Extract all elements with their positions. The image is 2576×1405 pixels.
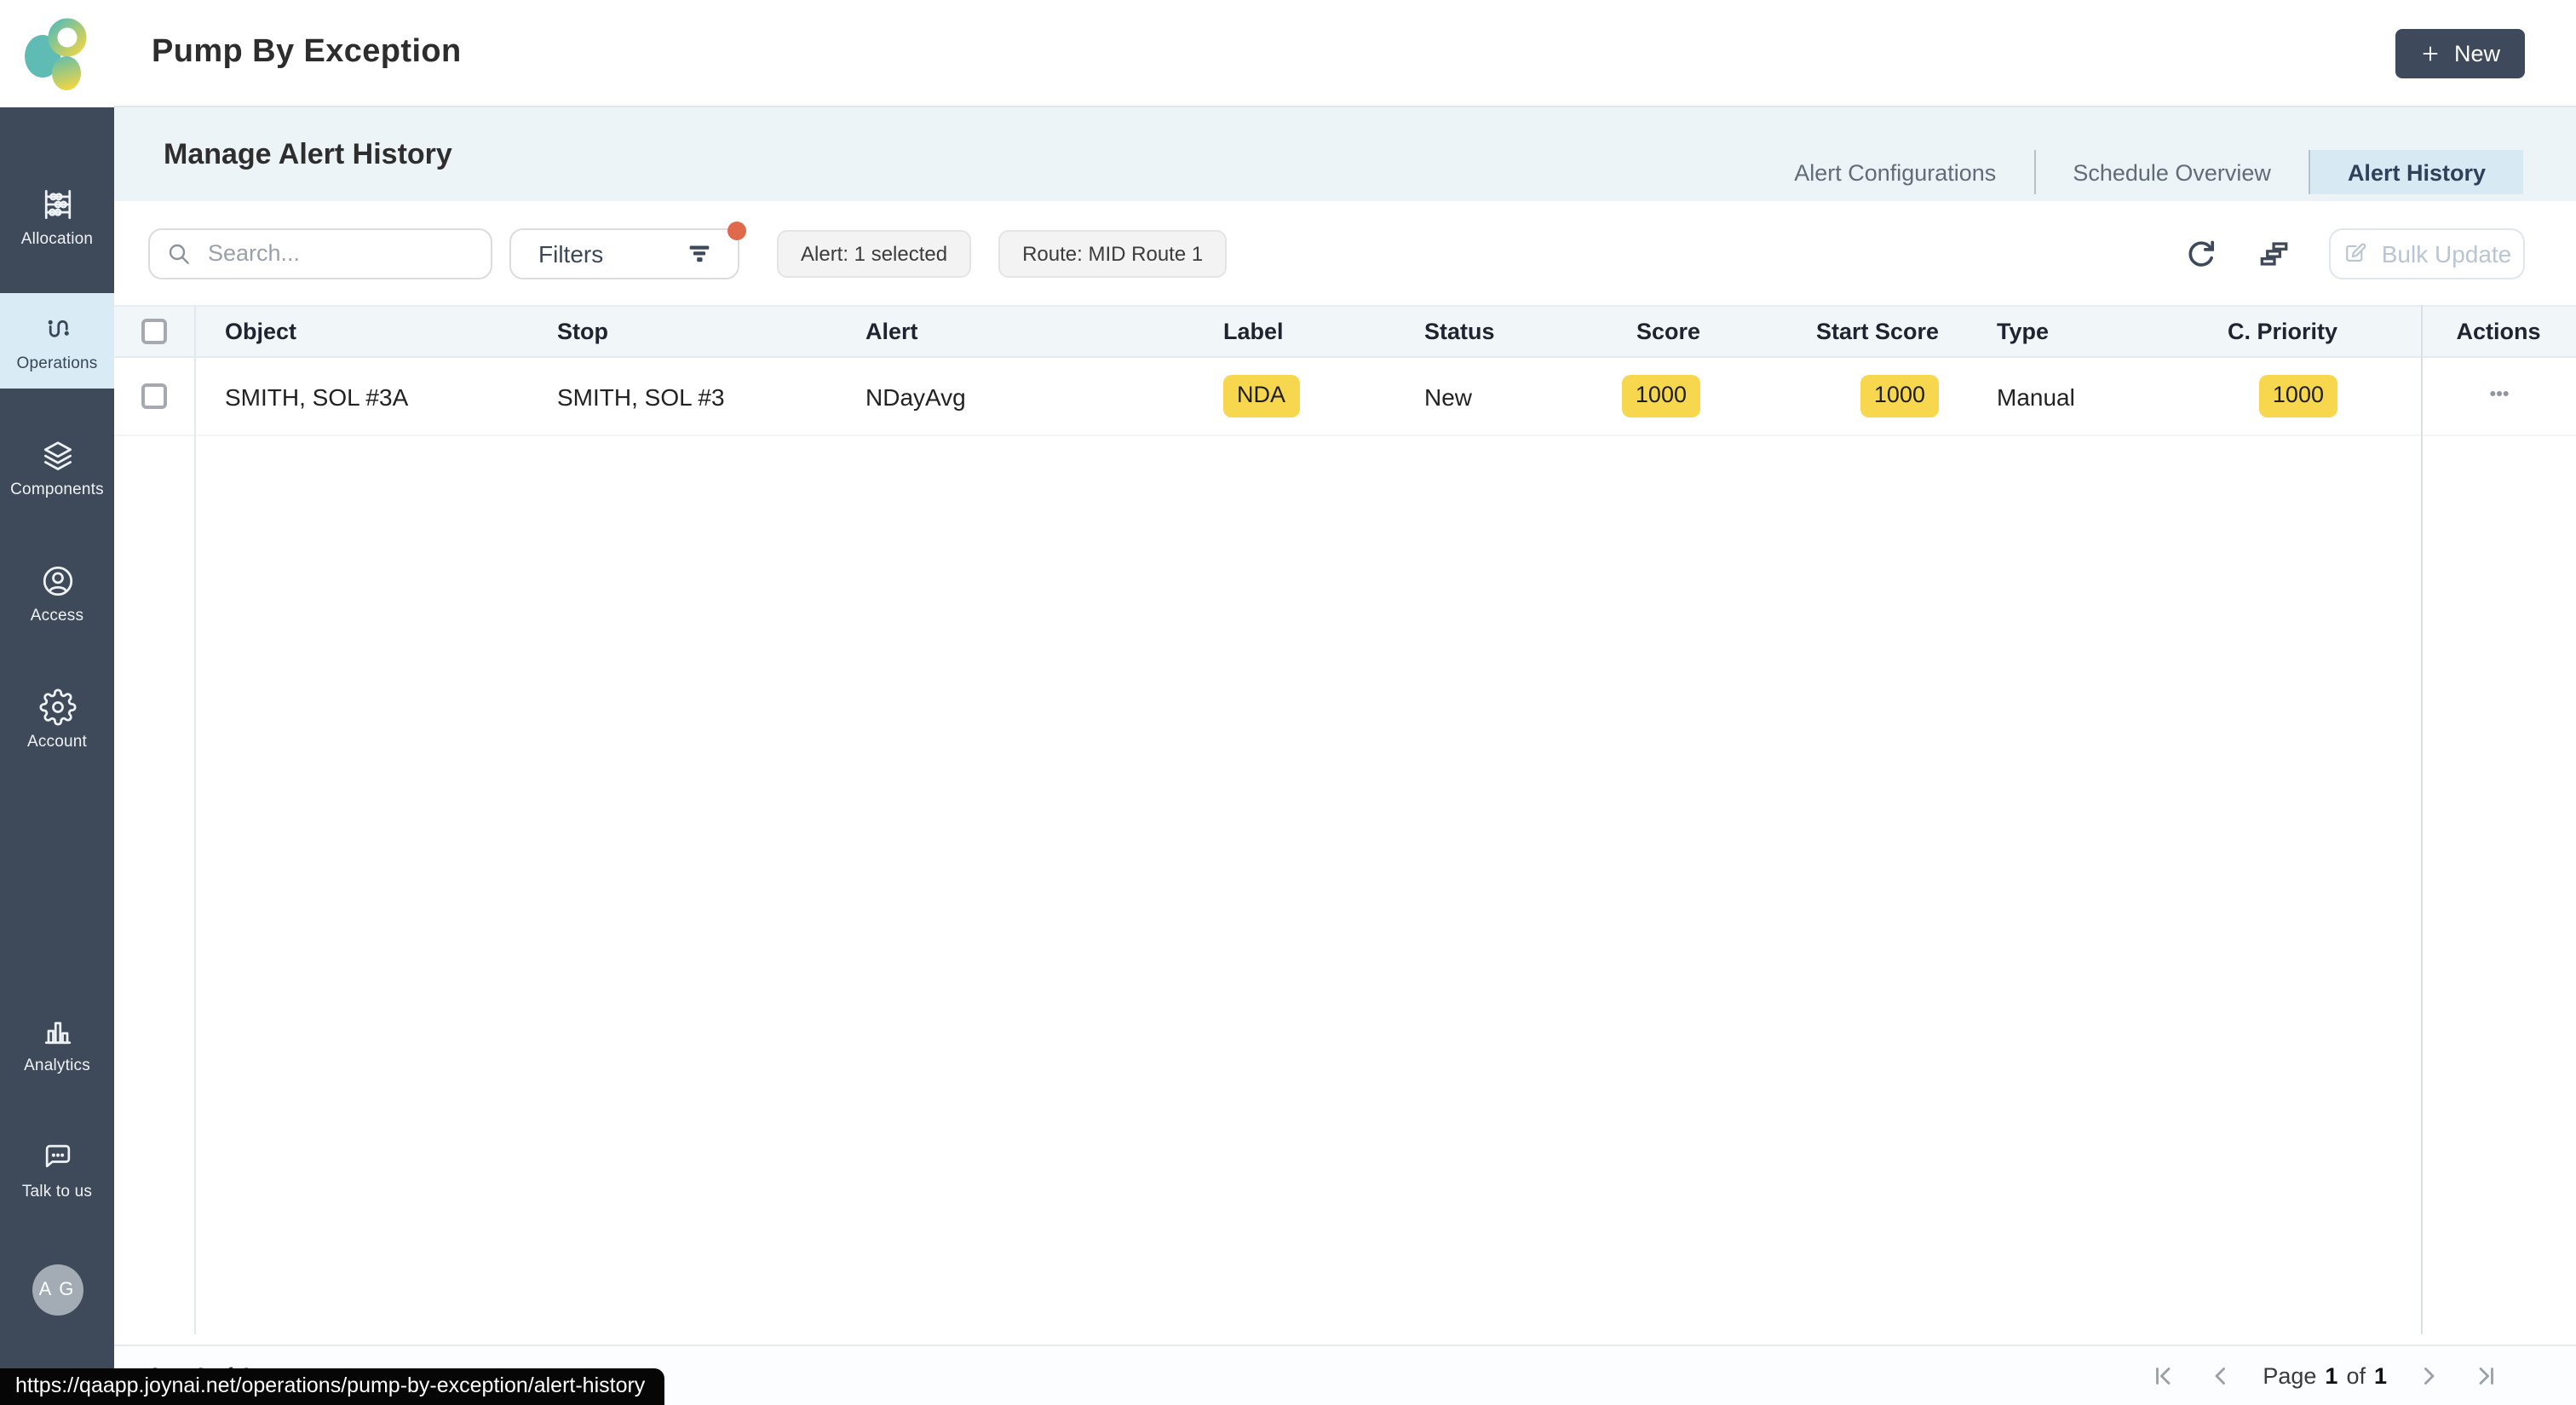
chevron-left-icon <box>2206 1361 2235 1390</box>
score-badge: 1000 <box>1622 376 1700 417</box>
sidebar-item-account[interactable]: Account <box>0 688 114 751</box>
next-page-button[interactable] <box>2414 1361 2443 1390</box>
chip-alert-filter[interactable]: Alert: 1 selected <box>777 229 971 277</box>
prev-page-button[interactable] <box>2206 1361 2235 1390</box>
first-page-button[interactable] <box>2150 1361 2179 1390</box>
ellipsis-icon <box>2481 377 2516 411</box>
edit-pencil-icon <box>2343 240 2368 266</box>
tab-alert-configurations[interactable]: Alert Configurations <box>1757 150 2033 194</box>
main-area: Pump By Exception New Manage Alert Histo… <box>114 0 2576 1405</box>
layers-icon <box>38 436 76 474</box>
filters-button[interactable]: Filters <box>509 227 739 279</box>
sidebar-item-label: Talk to us <box>22 1183 92 1201</box>
app-logo[interactable] <box>0 0 114 107</box>
sidebar-item-label: Account <box>27 733 87 751</box>
tab-bar: Alert Configurations Schedule Overview A… <box>1757 150 2523 194</box>
c-priority-badge: 1000 <box>2259 376 2337 417</box>
filter-chips: Alert: 1 selected Route: MID Route 1 <box>777 229 1227 277</box>
start-score-badge: 1000 <box>1860 376 1939 417</box>
bulk-update-button[interactable]: Bulk Update <box>2329 227 2525 279</box>
sidebar-item-analytics[interactable]: Analytics <box>0 1012 114 1075</box>
topbar: Pump By Exception New <box>114 0 2576 107</box>
gear-icon <box>38 688 76 726</box>
new-button-label: New <box>2454 40 2500 66</box>
pinned-right-divider <box>2421 305 2423 1333</box>
search-box <box>148 227 492 279</box>
sidebar-item-allocation[interactable]: Allocation <box>0 186 114 249</box>
column-header-status[interactable]: Status <box>1395 307 1555 356</box>
screen: Allocation Operations Components Access <box>0 0 2576 1405</box>
search-input[interactable] <box>148 227 492 279</box>
filters-label: Filters <box>538 239 603 267</box>
column-header-alert[interactable]: Alert <box>837 307 1194 356</box>
last-page-button[interactable] <box>2470 1361 2499 1390</box>
sidebar: Allocation Operations Components Access <box>0 0 114 1405</box>
sidebar-item-label: Allocation <box>21 230 93 249</box>
chat-bubble-icon <box>38 1138 76 1176</box>
label-badge: NDA <box>1223 376 1299 417</box>
pinned-left-divider <box>194 305 196 1333</box>
search-icon <box>165 239 193 267</box>
bulk-update-label: Bulk Update <box>2382 239 2512 267</box>
column-header-stop[interactable]: Stop <box>528 307 837 356</box>
select-all-checkbox[interactable] <box>141 319 167 344</box>
column-header-object[interactable]: Object <box>194 307 528 356</box>
sidebar-item-label: Access <box>31 607 83 625</box>
sidebar-item-label: Operations <box>17 354 98 372</box>
toolbar: Filters Alert: 1 selected Route: MID Rou… <box>114 201 2576 305</box>
refresh-icon <box>2182 234 2220 272</box>
sidebar-item-label: Components <box>10 481 104 499</box>
user-avatar[interactable]: A G <box>32 1264 83 1316</box>
filter-funnel-icon <box>685 239 714 268</box>
table-row[interactable]: SMITH, SOL #3A SMITH, SOL #3 NDayAvg NDA… <box>114 358 2576 436</box>
user-circle-icon <box>38 562 76 600</box>
chip-route-filter[interactable]: Route: MID Route 1 <box>998 229 1227 277</box>
route-icon <box>38 309 76 347</box>
cell-alert: NDayAvg <box>837 383 1194 410</box>
sidebar-item-label: Analytics <box>24 1057 90 1075</box>
cell-type: Manual <box>1968 383 2142 410</box>
column-header-score[interactable]: Score <box>1555 307 1734 356</box>
row-checkbox[interactable] <box>141 383 167 409</box>
column-header-actions: Actions <box>2421 307 2576 356</box>
status-bar-url: https://qaapp.joynai.net/operations/pump… <box>0 1368 664 1405</box>
columns-button[interactable] <box>2256 234 2293 272</box>
cell-status: New <box>1395 383 1555 410</box>
column-header-c-priority[interactable]: C. Priority <box>2142 307 2421 356</box>
table-header-row: Object Stop Alert Label Status Score Sta… <box>114 305 2576 358</box>
abacus-icon <box>38 186 76 223</box>
column-header-label[interactable]: Label <box>1194 307 1395 356</box>
chevron-right-icon <box>2414 1361 2443 1390</box>
section-title: Manage Alert History <box>164 137 452 171</box>
first-page-icon <box>2150 1361 2179 1390</box>
sidebar-item-access[interactable]: Access <box>0 562 114 625</box>
refresh-button[interactable] <box>2182 234 2220 272</box>
cell-object: SMITH, SOL #3A <box>194 383 528 410</box>
notification-dot <box>727 221 746 239</box>
bar-chart-icon <box>38 1012 76 1050</box>
cell-stop: SMITH, SOL #3 <box>528 383 837 410</box>
sidebar-item-components[interactable]: Components <box>0 436 114 499</box>
subheader: Manage Alert History Alert Configuration… <box>114 107 2576 201</box>
tab-schedule-overview[interactable]: Schedule Overview <box>2033 150 2309 194</box>
alert-history-table: Object Stop Alert Label Status Score Sta… <box>114 305 2576 1344</box>
steps-icon <box>2256 234 2293 272</box>
last-page-icon <box>2470 1361 2499 1390</box>
column-header-type[interactable]: Type <box>1968 307 2142 356</box>
plus-icon <box>2420 42 2442 64</box>
pagination: Page1of1 <box>2150 1361 2499 1390</box>
tab-alert-history[interactable]: Alert History <box>2309 150 2523 194</box>
column-header-start-score[interactable]: Start Score <box>1734 307 1968 356</box>
new-button[interactable]: New <box>2395 28 2525 78</box>
row-actions-button[interactable] <box>2471 373 2526 419</box>
page-title: Pump By Exception <box>152 34 462 72</box>
toolbar-right: Bulk Update <box>2182 227 2525 279</box>
sidebar-item-talk-to-us[interactable]: Talk to us <box>0 1138 114 1201</box>
logo-icon <box>20 13 95 95</box>
page-indicator: Page1of1 <box>2263 1362 2387 1388</box>
sidebar-item-operations[interactable]: Operations <box>0 293 114 389</box>
